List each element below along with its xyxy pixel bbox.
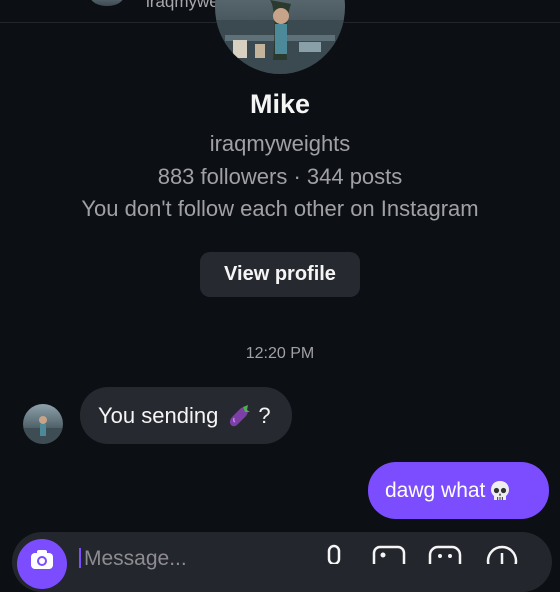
sender-avatar[interactable] xyxy=(23,404,63,444)
profile-stats: 883 followers · 344 posts xyxy=(157,164,403,189)
view-profile-button[interactable]: View profile xyxy=(200,252,360,297)
profile-name: Mike xyxy=(249,89,311,119)
outgoing-message-bubble[interactable]: dawg what xyxy=(368,462,549,519)
camera-icon xyxy=(31,550,53,569)
plus-icon[interactable] xyxy=(485,544,519,564)
camera-button[interactable] xyxy=(17,539,67,589)
incoming-message-text: You sending xyxy=(98,402,219,428)
relationship-status: You don't follow each other on Instagram xyxy=(81,196,479,221)
profile-username: iraqmyweights xyxy=(209,131,351,156)
eggplant-emoji-icon xyxy=(230,404,251,426)
incoming-message-suffix: ? xyxy=(258,402,271,428)
incoming-message-bubble[interactable]: You sending ? xyxy=(80,387,292,444)
profile-avatar[interactable] xyxy=(215,0,345,74)
image-icon[interactable] xyxy=(372,544,406,564)
profile-photo-scene xyxy=(215,0,345,74)
outgoing-message-text: dawg what xyxy=(385,478,486,502)
message-input[interactable] xyxy=(82,546,286,572)
skull-emoji-icon xyxy=(491,480,510,500)
microphone-icon[interactable] xyxy=(321,544,347,564)
text-cursor xyxy=(79,548,81,568)
header-avatar[interactable] xyxy=(90,0,124,6)
message-timestamp: 12:20 PM xyxy=(245,345,315,362)
sticker-icon[interactable] xyxy=(428,544,462,564)
